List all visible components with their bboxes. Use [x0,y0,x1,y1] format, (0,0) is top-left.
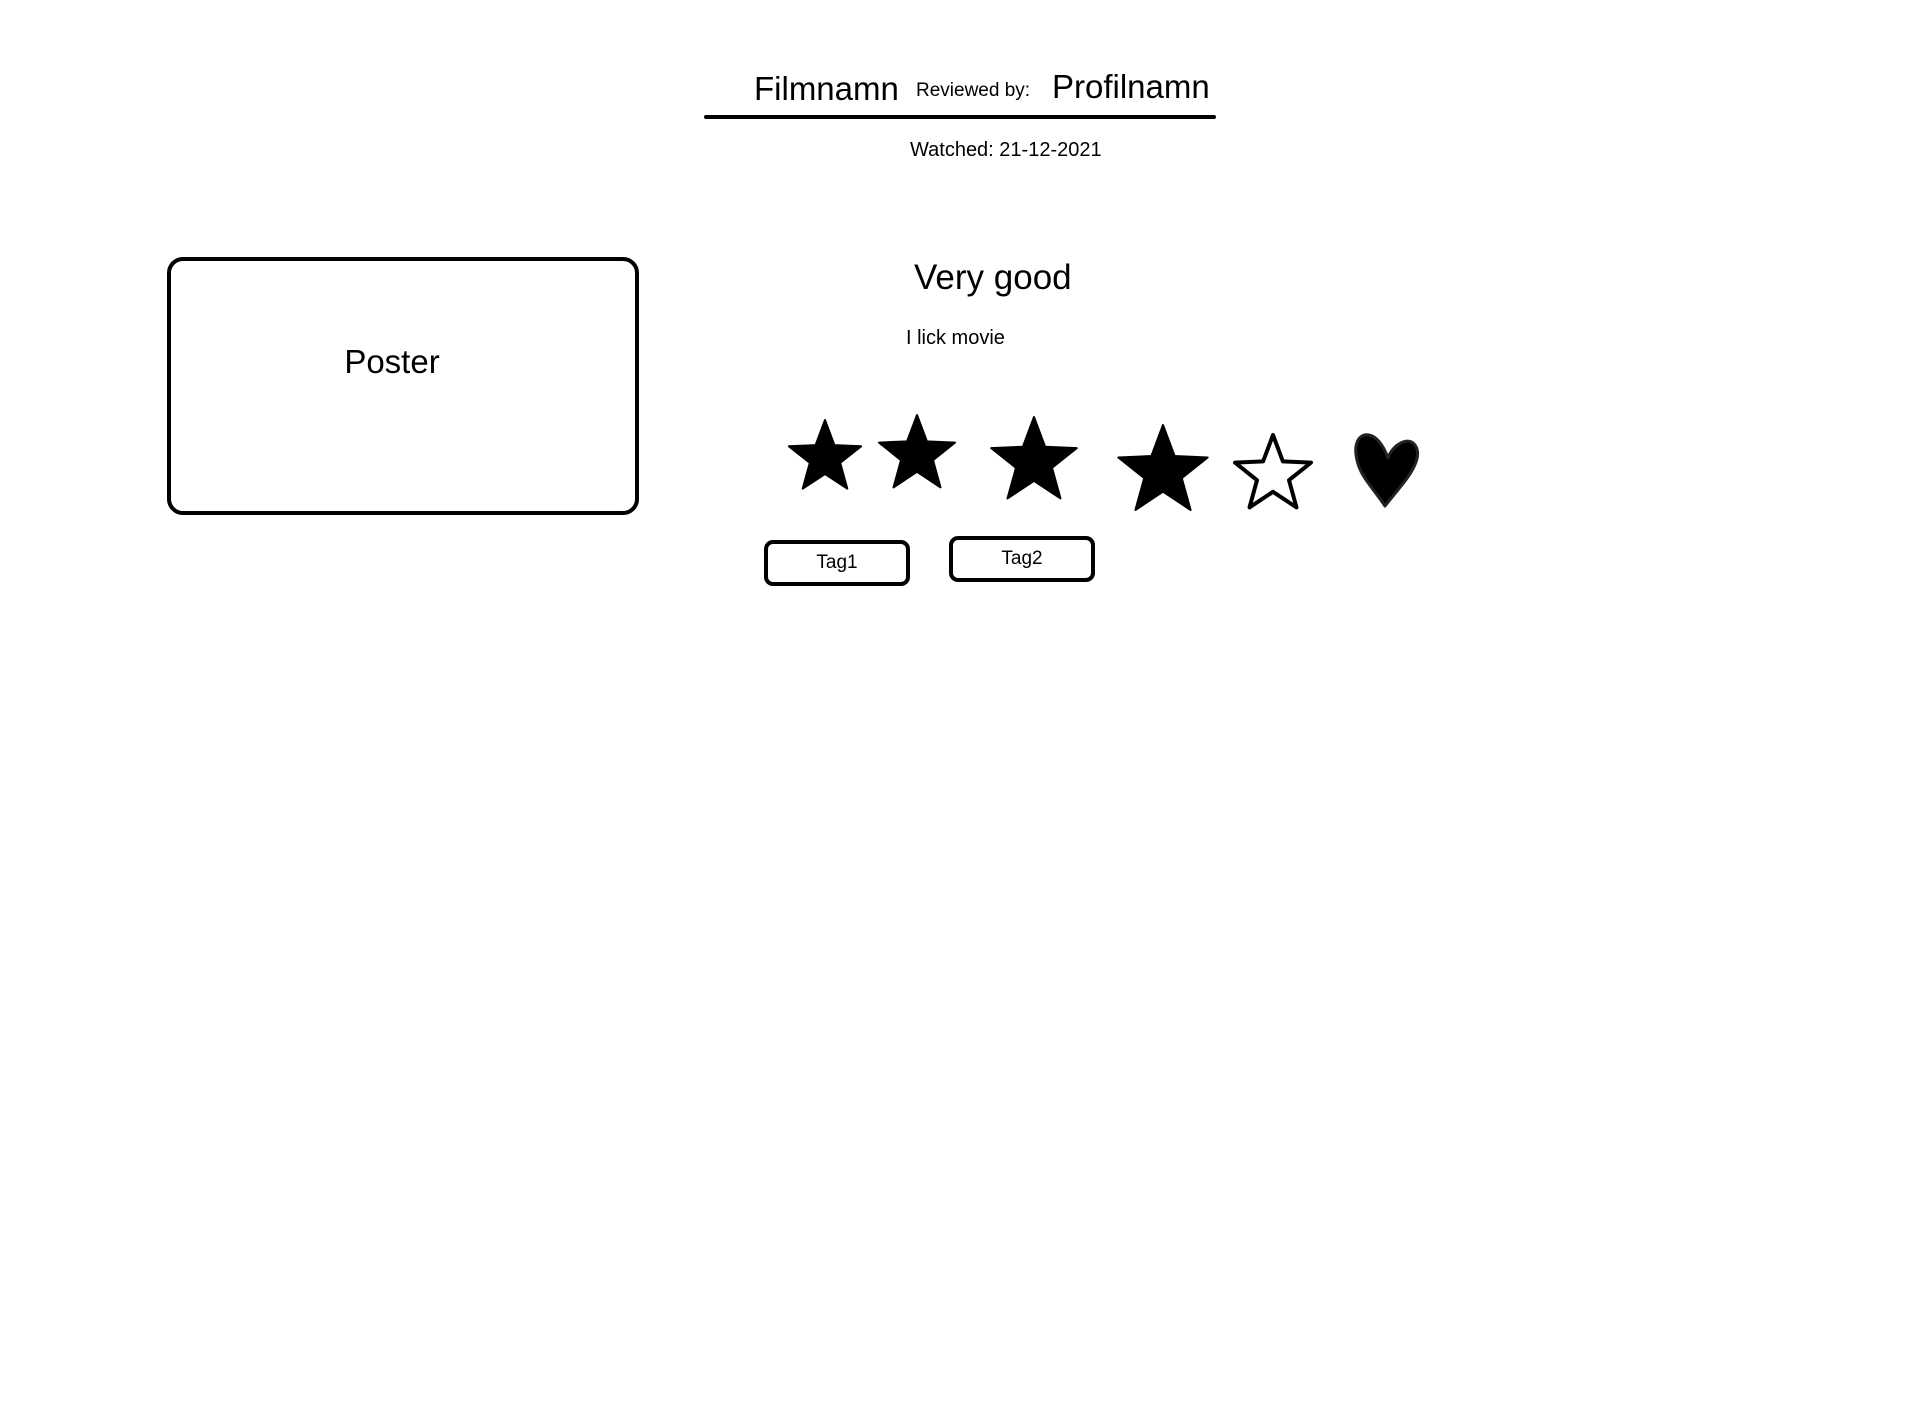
heart-icon[interactable] [1354,433,1419,508]
profile-name[interactable]: Profilnamn [1052,68,1210,106]
review-headline: Very good [914,258,1072,297]
star-rating[interactable] [787,414,1313,511]
review-body: I lick movie [906,327,1005,349]
poster-placeholder: Poster [167,257,639,515]
star-filled-icon[interactable] [990,416,1078,500]
tag-label: Tag2 [1001,548,1043,569]
tag-label: Tag1 [816,552,858,573]
star-filled-icon[interactable] [878,414,956,489]
tag-button[interactable]: Tag1 [764,540,910,586]
poster-label: Poster [344,343,440,380]
tag-button[interactable]: Tag2 [949,536,1095,582]
star-empty-icon[interactable] [1233,433,1313,510]
reviewed-by-label: Reviewed by: [916,80,1031,101]
watched-date: Watched: 21-12-2021 [910,139,1102,161]
title-underline [704,115,1216,119]
star-filled-icon[interactable] [1117,424,1209,511]
star-filled-icon[interactable] [787,419,863,490]
film-title[interactable]: Filmnamn [754,70,899,108]
rating-row [787,414,1419,511]
